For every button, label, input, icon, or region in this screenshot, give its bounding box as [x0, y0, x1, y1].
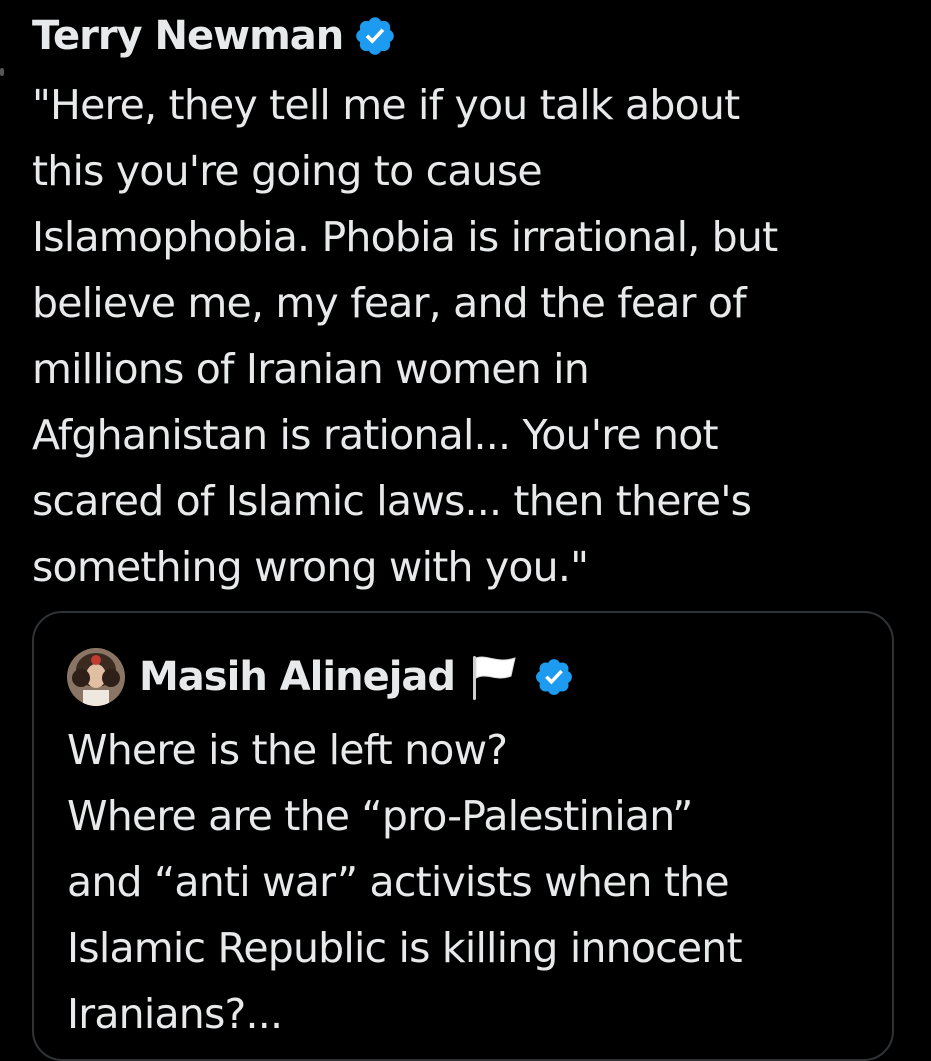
white-flag-icon	[467, 650, 521, 704]
quoted-author-display-name[interactable]: Masih Alinejad	[139, 654, 456, 700]
avatar[interactable]	[67, 648, 125, 706]
verified-badge-icon[interactable]	[533, 656, 575, 698]
quoted-tweet-card[interactable]: Masih Alinejad Where is the left now? Wh…	[32, 611, 894, 1061]
author-display-name[interactable]: Terry Newman	[32, 13, 344, 59]
thread-marker	[0, 68, 4, 76]
tweet-text: "Here, they tell me if you talk about th…	[32, 81, 778, 591]
quoted-tweet-text: Where is the left now? Where are the “pr…	[67, 726, 743, 1038]
verified-badge-icon[interactable]	[353, 14, 397, 58]
tweet-header: Terry Newman	[32, 8, 397, 64]
quoted-tweet-header: Masih Alinejad	[67, 647, 575, 707]
tweet[interactable]: Terry Newman "Here, they tell me if you …	[0, 0, 931, 1061]
